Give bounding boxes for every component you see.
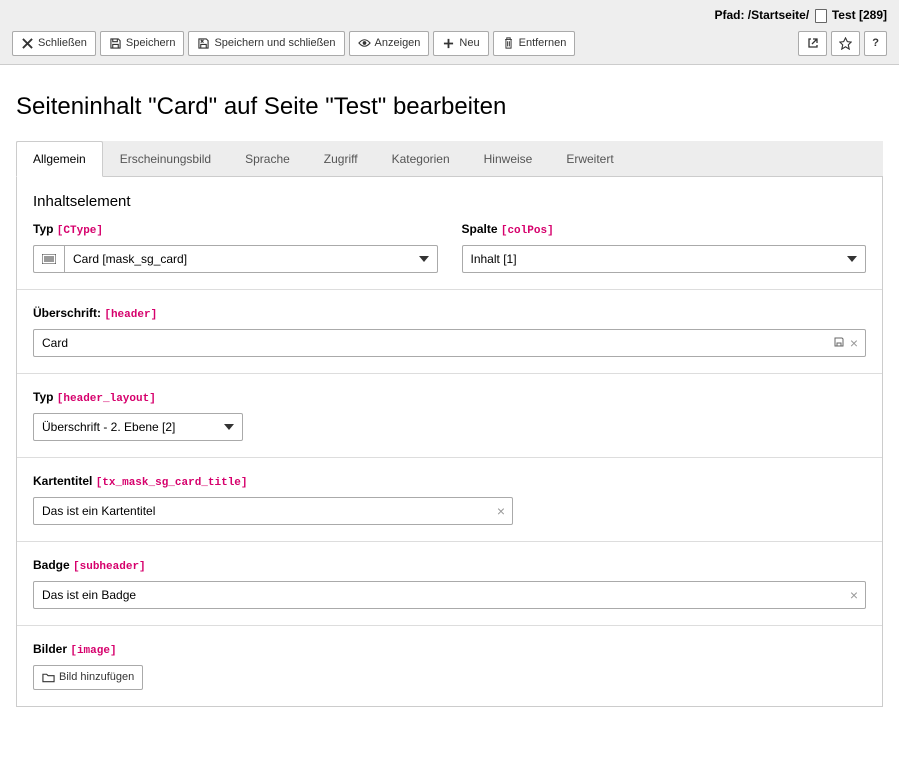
section-title: Inhaltselement	[33, 193, 866, 210]
header-layout-label: Typ [header_layout]	[33, 390, 866, 405]
folder-icon	[42, 671, 55, 684]
tab-access[interactable]: Zugriff	[307, 141, 375, 176]
tab-extended[interactable]: Erweitert	[549, 141, 630, 176]
clear-icon[interactable]: ×	[850, 335, 858, 351]
badge-label: Badge [subheader]	[33, 558, 866, 573]
delete-button[interactable]: Entfernen	[493, 31, 576, 56]
save-close-icon	[197, 37, 210, 50]
badge-input[interactable]	[33, 581, 866, 609]
content-type-icon	[33, 245, 64, 273]
images-label: Bilder [image]	[33, 642, 866, 657]
breadcrumb: Pfad: /Startseite/ Test [289]	[12, 8, 887, 23]
bookmark-button[interactable]	[831, 31, 860, 56]
column-label: Spalte [colPos]	[462, 222, 867, 237]
save-close-button[interactable]: Speichern und schließen	[188, 31, 344, 56]
help-button[interactable]: ?	[864, 31, 887, 56]
plus-icon	[442, 37, 455, 50]
external-link-icon	[806, 37, 819, 50]
save-indicator-icon	[834, 336, 844, 350]
tabs: Allgemein Erscheinungsbild Sprache Zugri…	[16, 141, 883, 177]
header-label: Überschrift: [header]	[33, 306, 866, 321]
tab-general[interactable]: Allgemein	[16, 141, 103, 177]
card-title-input[interactable]	[33, 497, 513, 525]
trash-icon	[502, 37, 515, 50]
tab-appearance[interactable]: Erscheinungsbild	[103, 141, 228, 176]
clear-icon[interactable]: ×	[850, 587, 858, 603]
close-button[interactable]: Schließen	[12, 31, 96, 56]
close-icon	[21, 37, 34, 50]
share-button[interactable]	[798, 31, 827, 56]
breadcrumb-root[interactable]: /Startseite/	[748, 8, 809, 22]
new-button[interactable]: Neu	[433, 31, 488, 56]
page-icon	[815, 9, 827, 23]
add-image-button[interactable]: Bild hinzufügen	[33, 665, 143, 690]
star-icon	[839, 37, 852, 50]
save-button[interactable]: Speichern	[100, 31, 185, 56]
tab-categories[interactable]: Kategorien	[375, 141, 467, 176]
header-layout-select[interactable]: Überschrift - 2. Ebene [2]	[33, 413, 243, 441]
column-select[interactable]: Inhalt [1]	[462, 245, 867, 273]
view-button[interactable]: Anzeigen	[349, 31, 430, 56]
card-title-label: Kartentitel [tx_mask_sg_card_title]	[33, 474, 513, 489]
eye-icon	[358, 37, 371, 50]
type-select[interactable]: Card [mask_sg_card]	[64, 245, 438, 273]
save-icon	[109, 37, 122, 50]
tab-notes[interactable]: Hinweise	[467, 141, 550, 176]
tab-language[interactable]: Sprache	[228, 141, 307, 176]
page-title: Seiteninhalt "Card" auf Seite "Test" bea…	[16, 93, 883, 121]
clear-icon[interactable]: ×	[497, 503, 505, 519]
type-label: Typ [CType]	[33, 222, 438, 237]
header-input[interactable]	[33, 329, 866, 357]
